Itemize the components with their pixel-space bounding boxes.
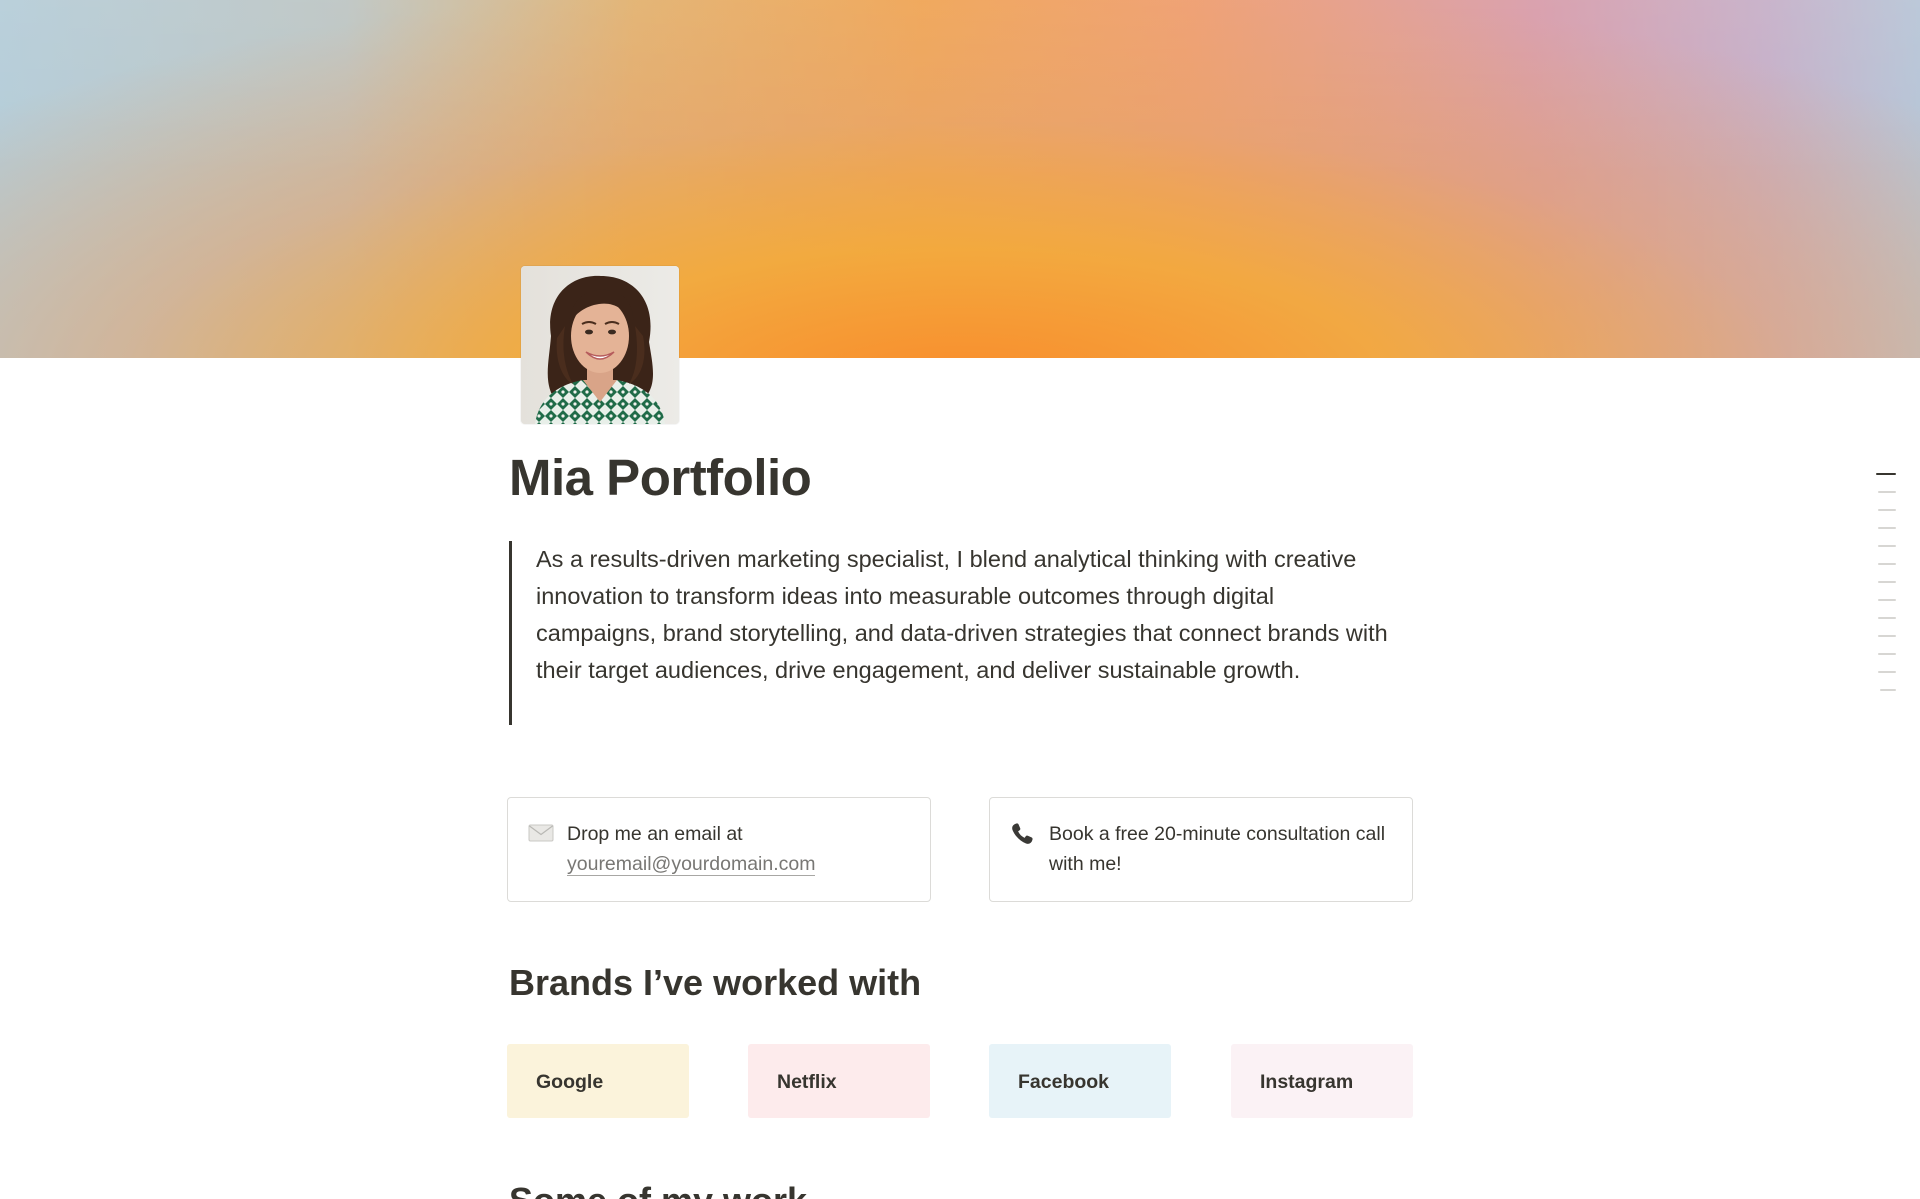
brand-label: Facebook <box>1018 1071 1110 1093</box>
toc-line[interactable] <box>1878 491 1896 493</box>
brand-card-instagram[interactable]: Instagram <box>1231 1044 1413 1118</box>
email-callout[interactable]: Drop me an email at youremail@yourdomain… <box>507 797 931 902</box>
phone-callout-text: Book a free 20-minute consultation call … <box>1049 823 1386 875</box>
brands-heading[interactable]: Brands I’ve worked with <box>509 962 921 1004</box>
brand-label: Instagram <box>1260 1071 1354 1093</box>
brand-label: Google <box>536 1071 604 1093</box>
work-heading[interactable]: Some of my work <box>509 1180 807 1199</box>
toc-line[interactable] <box>1878 617 1896 619</box>
brand-label: Netflix <box>777 1071 837 1093</box>
email-callout-label: Drop me an email at <box>567 823 743 845</box>
toc-line[interactable] <box>1878 635 1896 637</box>
toc-line[interactable] <box>1878 527 1896 529</box>
brand-card-google[interactable]: Google <box>507 1044 689 1118</box>
quote-block: As a results-driven marketing specialist… <box>509 541 1389 725</box>
quote-text[interactable]: As a results-driven marketing specialist… <box>536 541 1392 689</box>
brand-card-facebook[interactable]: Facebook <box>989 1044 1171 1118</box>
portrait-image <box>521 266 679 424</box>
brand-card-netflix[interactable]: Netflix <box>748 1044 930 1118</box>
toc-line[interactable] <box>1878 653 1896 655</box>
toc-line[interactable] <box>1878 671 1896 673</box>
toc-line[interactable] <box>1878 599 1896 601</box>
phone-callout[interactable]: Book a free 20-minute consultation call … <box>989 797 1413 902</box>
table-of-contents-minimap[interactable] <box>1874 473 1896 707</box>
email-link[interactable]: youremail@yourdomain.com <box>567 853 816 876</box>
toc-line[interactable] <box>1878 563 1896 565</box>
notion-page: Mia Portfolio As a results-driven market… <box>0 0 1920 1199</box>
toc-line[interactable] <box>1878 581 1896 583</box>
envelope-icon <box>528 822 554 844</box>
email-callout-text: Drop me an email at youremail@yourdomain… <box>567 819 912 879</box>
toc-line[interactable] <box>1880 689 1896 691</box>
cover-overlay <box>0 0 1920 358</box>
phone-icon <box>1010 822 1036 844</box>
page-icon-portrait[interactable] <box>521 266 679 424</box>
page-title[interactable]: Mia Portfolio <box>509 448 812 507</box>
toc-line[interactable] <box>1878 545 1896 547</box>
toc-line[interactable] <box>1876 473 1896 475</box>
toc-line[interactable] <box>1878 509 1896 511</box>
